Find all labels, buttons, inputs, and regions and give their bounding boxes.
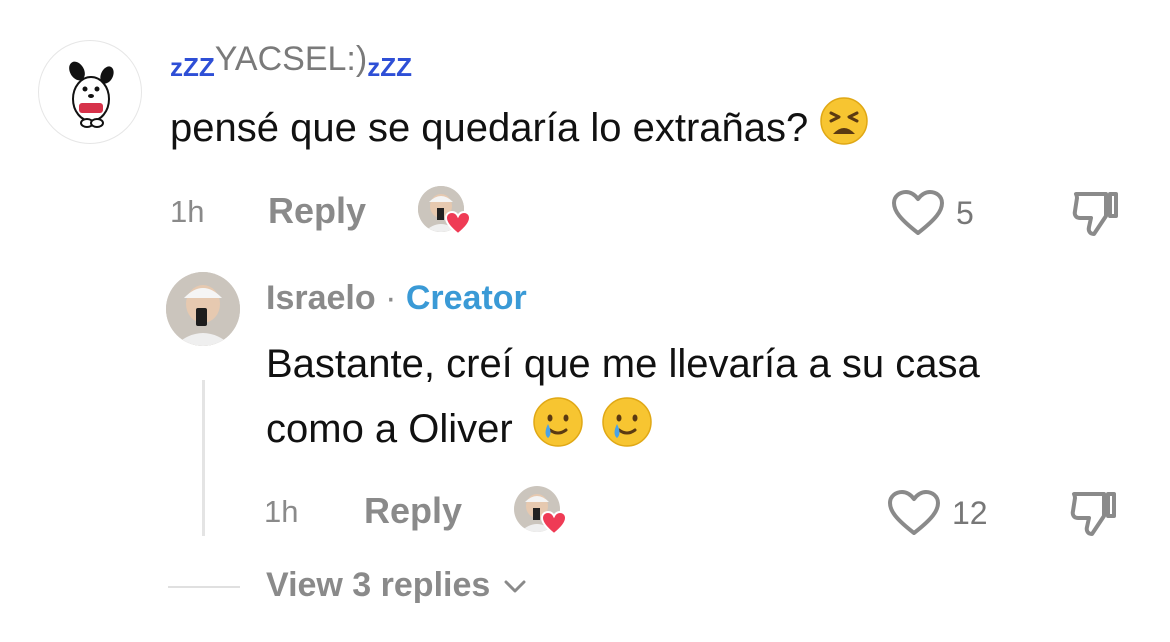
creator-liked-badge	[418, 186, 472, 238]
dislike-button[interactable]	[1068, 184, 1124, 245]
thumbs-down-icon	[1072, 192, 1118, 236]
reply-like-count: 12	[952, 495, 988, 531]
heart-outline-icon	[892, 190, 944, 235]
view-replies-button[interactable]: View 3 replies	[266, 566, 528, 605]
replies-divider	[168, 586, 240, 588]
reply-like-button[interactable]	[886, 488, 942, 543]
reply-username[interactable]: Israelo	[266, 279, 376, 317]
reply-text: Bastante, creí que me llevaría a su casa…	[266, 332, 980, 467]
thread-line	[202, 380, 205, 536]
like-count: 5	[956, 195, 974, 231]
creator-avatar[interactable]	[166, 272, 240, 346]
commenter-avatar[interactable]	[38, 40, 142, 144]
thumbs-down-icon	[1070, 492, 1116, 536]
reply-text-line2-row: como a Oliver	[266, 396, 980, 467]
comment-body: pensé que se quedaría lo extrañas?	[170, 106, 809, 151]
view-replies-label: View 3 replies	[266, 566, 491, 604]
creator-photo-icon	[166, 272, 240, 346]
heart-badge-icon	[540, 510, 568, 536]
username-core: YACSEL:)	[214, 40, 368, 78]
zzz-suffix: zZZ	[367, 52, 412, 82]
like-button[interactable]	[890, 188, 946, 243]
reply-time: 1h	[264, 494, 299, 529]
comment-time: 1h	[170, 194, 205, 229]
smiling-face-with-tear-icon	[601, 396, 653, 467]
heart-badge-icon	[444, 210, 472, 236]
header-separator: ·	[385, 279, 397, 317]
puppy-avatar-icon	[69, 61, 114, 128]
reply-dislike-button[interactable]	[1066, 484, 1122, 545]
reply-header: Israelo · Creator	[266, 279, 527, 318]
reply-text-line1: Bastante, creí que me llevaría a su casa	[266, 342, 980, 386]
reply-reply-button[interactable]: Reply	[364, 490, 462, 532]
tired-face-icon	[819, 96, 869, 165]
zzz-prefix: zZZ	[170, 52, 215, 82]
creator-liked-badge	[514, 486, 568, 538]
reply-text-line2: como a Oliver	[266, 407, 513, 452]
comment-text: pensé que se quedaría lo extrañas?	[170, 96, 869, 165]
heart-outline-icon	[888, 490, 940, 535]
smiling-face-with-tear-icon	[532, 396, 584, 467]
chevron-down-icon	[504, 580, 526, 593]
commenter-username[interactable]: zZZYACSEL:)zZZ	[170, 40, 412, 82]
creator-badge: Creator	[405, 279, 527, 317]
reply-button[interactable]: Reply	[268, 190, 366, 232]
